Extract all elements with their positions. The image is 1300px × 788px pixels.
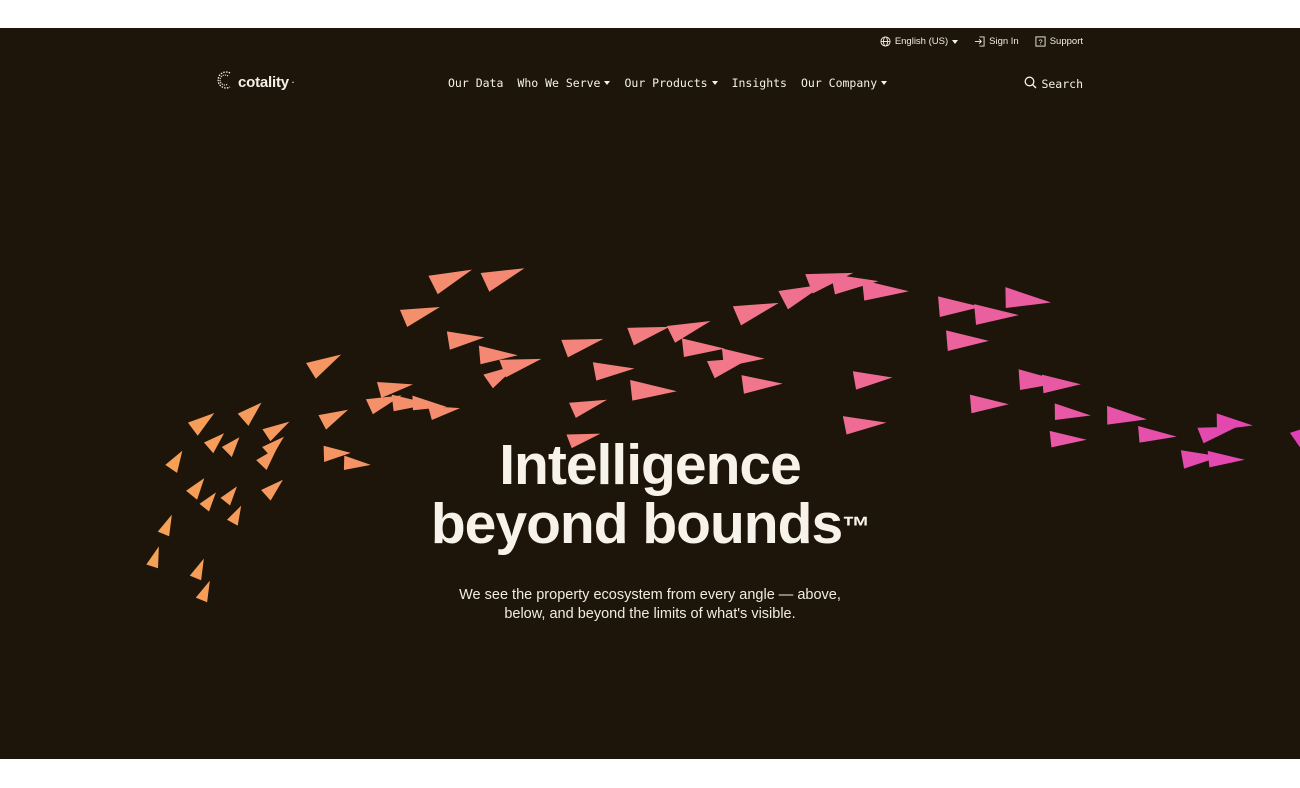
flock-triangle	[630, 379, 677, 401]
nav-label: Who We Serve	[517, 76, 601, 90]
search-button[interactable]: Search	[1024, 76, 1083, 92]
flock-triangle	[732, 302, 779, 326]
search-icon	[1024, 76, 1037, 92]
triangle-flock-graphic	[146, 268, 1300, 603]
support-label: Support	[1049, 36, 1083, 47]
flock-triangle	[446, 331, 485, 350]
nav-item-who-we-serve[interactable]: Who We Serve	[517, 76, 611, 90]
headline-line-2: beyond bounds	[430, 492, 843, 556]
support-icon: ?	[1035, 36, 1046, 47]
flock-triangle	[428, 269, 473, 295]
hero-headline: Intelligence beyond bounds™	[0, 436, 1300, 554]
logo-mark-icon	[216, 70, 236, 94]
nav-label: Our Company	[800, 76, 878, 90]
language-selector[interactable]: English (US)	[880, 36, 959, 47]
hero-subheadline: We see the property ecosystem from every…	[459, 587, 841, 622]
sign-in-link[interactable]: Sign In	[974, 36, 1019, 47]
flock-triangle	[561, 338, 604, 358]
nav-label: Our Products	[624, 76, 708, 90]
language-label: English (US)	[894, 36, 949, 47]
nav-item-our-products[interactable]: Our Products	[624, 76, 718, 90]
flock-triangle	[741, 375, 783, 394]
flock-triangle	[1041, 374, 1081, 394]
flock-triangle	[237, 402, 262, 426]
nav-label: Insights	[731, 76, 787, 90]
chevron-down-icon	[604, 81, 611, 85]
trademark-symbol: ™	[842, 511, 870, 542]
flock-triangle	[569, 399, 608, 418]
flock-triangle	[862, 279, 909, 301]
headline-line-1: Intelligence	[499, 433, 802, 497]
flock-triangle	[681, 338, 725, 357]
svg-text:?: ?	[1038, 37, 1042, 46]
flock-triangle	[187, 413, 215, 436]
flock-triangle	[938, 296, 981, 317]
flock-triangle	[627, 326, 670, 346]
hero-copy: Intelligence beyond bounds™ We see the p…	[0, 436, 1300, 624]
flock-triangle	[666, 320, 711, 343]
flock-triangle	[852, 371, 893, 390]
nav-label: Our Data	[448, 76, 504, 90]
flock-triangle	[946, 330, 989, 351]
flock-triangle	[974, 304, 1019, 325]
logo-dot: ·	[291, 77, 295, 87]
flock-triangle	[592, 362, 635, 381]
sign-in-icon	[974, 36, 985, 47]
flock-triangle	[969, 394, 1009, 414]
nav-item-our-data[interactable]: Our Data	[448, 76, 503, 90]
nav-item-our-company[interactable]: Our Company	[800, 76, 888, 90]
flock-triangle	[428, 406, 460, 420]
flock-triangle	[842, 416, 887, 435]
globe-icon	[880, 36, 891, 47]
flock-triangle	[306, 354, 342, 379]
chevron-down-icon	[881, 81, 888, 85]
flock-triangle	[480, 268, 525, 292]
cotality-logo[interactable]: cotality ·	[216, 70, 295, 94]
hero-section: English (US) Sign In ? Support cotality ·…	[0, 28, 1300, 759]
flock-triangle	[318, 409, 349, 430]
chevron-down-icon	[711, 81, 718, 85]
logo-text: cotality	[238, 73, 289, 91]
flock-triangle	[399, 306, 440, 328]
utility-bar: English (US) Sign In ? Support	[880, 36, 1083, 47]
chevron-down-icon	[952, 39, 959, 44]
main-nav: Our Data Who We Serve Our Products Insig…	[448, 76, 888, 90]
nav-item-insights[interactable]: Insights	[732, 76, 787, 90]
search-label: Search	[1041, 77, 1083, 91]
support-link[interactable]: ? Support	[1035, 36, 1083, 47]
flock-triangle	[1054, 403, 1091, 420]
sign-in-label: Sign In	[989, 36, 1019, 47]
